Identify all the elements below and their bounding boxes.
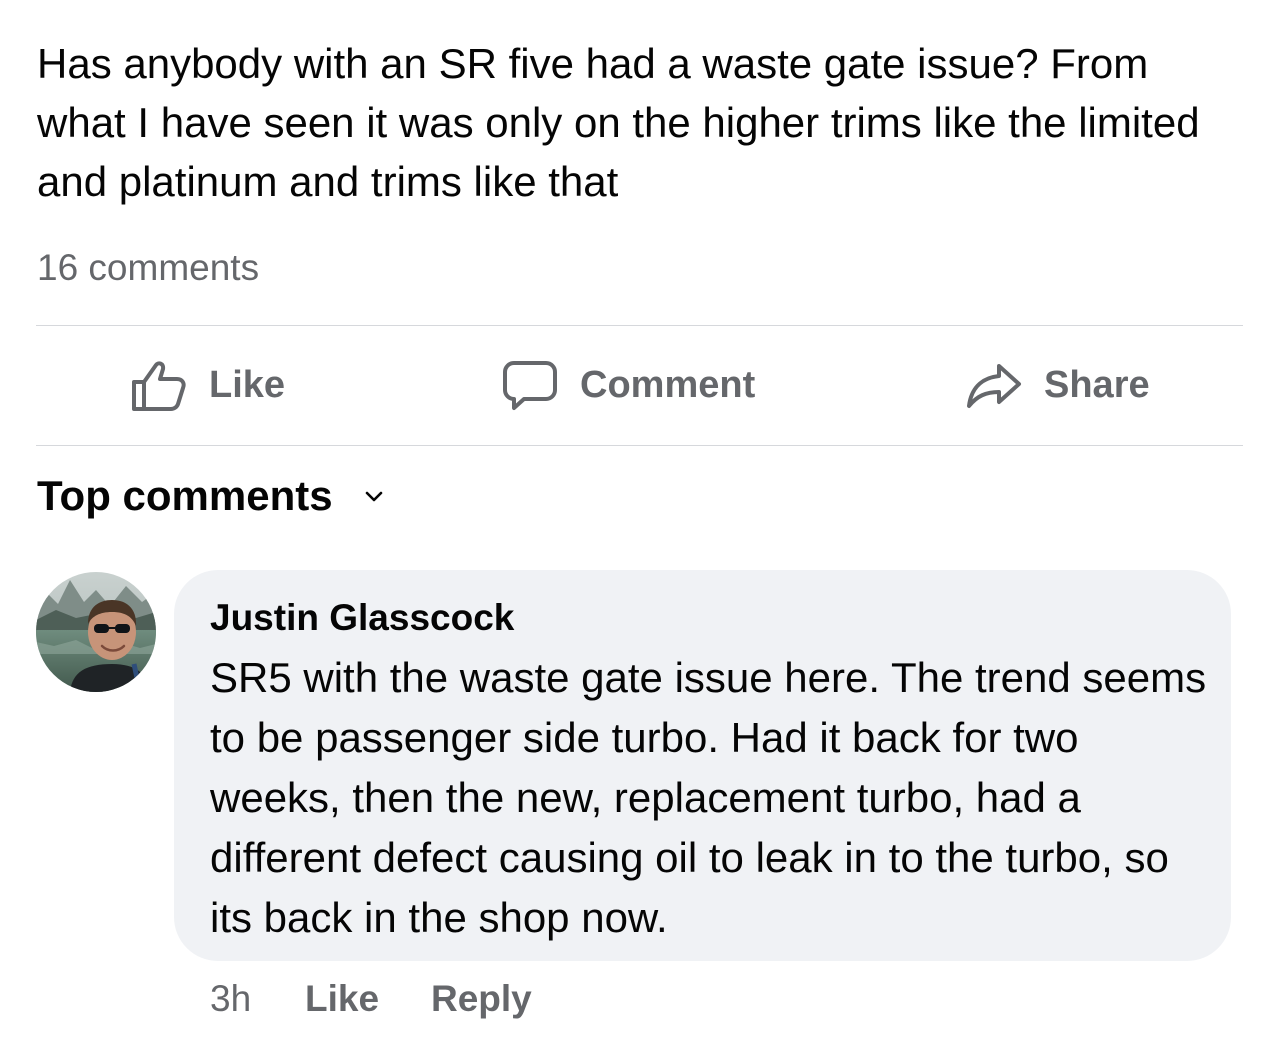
- speech-bubble-icon: [502, 360, 558, 412]
- comment-timestamp[interactable]: 3h: [210, 976, 251, 1022]
- share-arrow-icon: [966, 362, 1022, 410]
- post-text: Has anybody with an SR five had a waste …: [37, 40, 1200, 205]
- share-button[interactable]: Share: [966, 326, 1150, 445]
- like-button[interactable]: Like: [131, 326, 285, 445]
- comment-reply-button[interactable]: Reply: [431, 976, 532, 1022]
- comment-like-button[interactable]: Like: [305, 976, 379, 1022]
- comment-button[interactable]: Comment: [502, 326, 755, 445]
- comment-sort-dropdown[interactable]: Top comments: [37, 472, 383, 520]
- avatar[interactable]: [36, 572, 156, 692]
- comment-bubble: Justin Glasscock SR5 with the waste gate…: [174, 570, 1231, 961]
- chevron-down-icon: [365, 490, 383, 508]
- like-label: Like: [209, 364, 286, 406]
- comment-count-link[interactable]: 16 comments: [37, 245, 259, 291]
- comment-author[interactable]: Justin Glasscock: [210, 597, 514, 639]
- comment-label: Comment: [580, 364, 756, 406]
- divider: [36, 445, 1243, 446]
- thumbs-up-icon: [131, 360, 187, 412]
- post-action-bar: Like Comment Share: [36, 326, 1243, 445]
- share-label: Share: [1044, 364, 1150, 406]
- comment-sort-label: Top comments: [37, 472, 333, 519]
- comment-text: SR5 with the waste gate issue here. The …: [210, 654, 1207, 941]
